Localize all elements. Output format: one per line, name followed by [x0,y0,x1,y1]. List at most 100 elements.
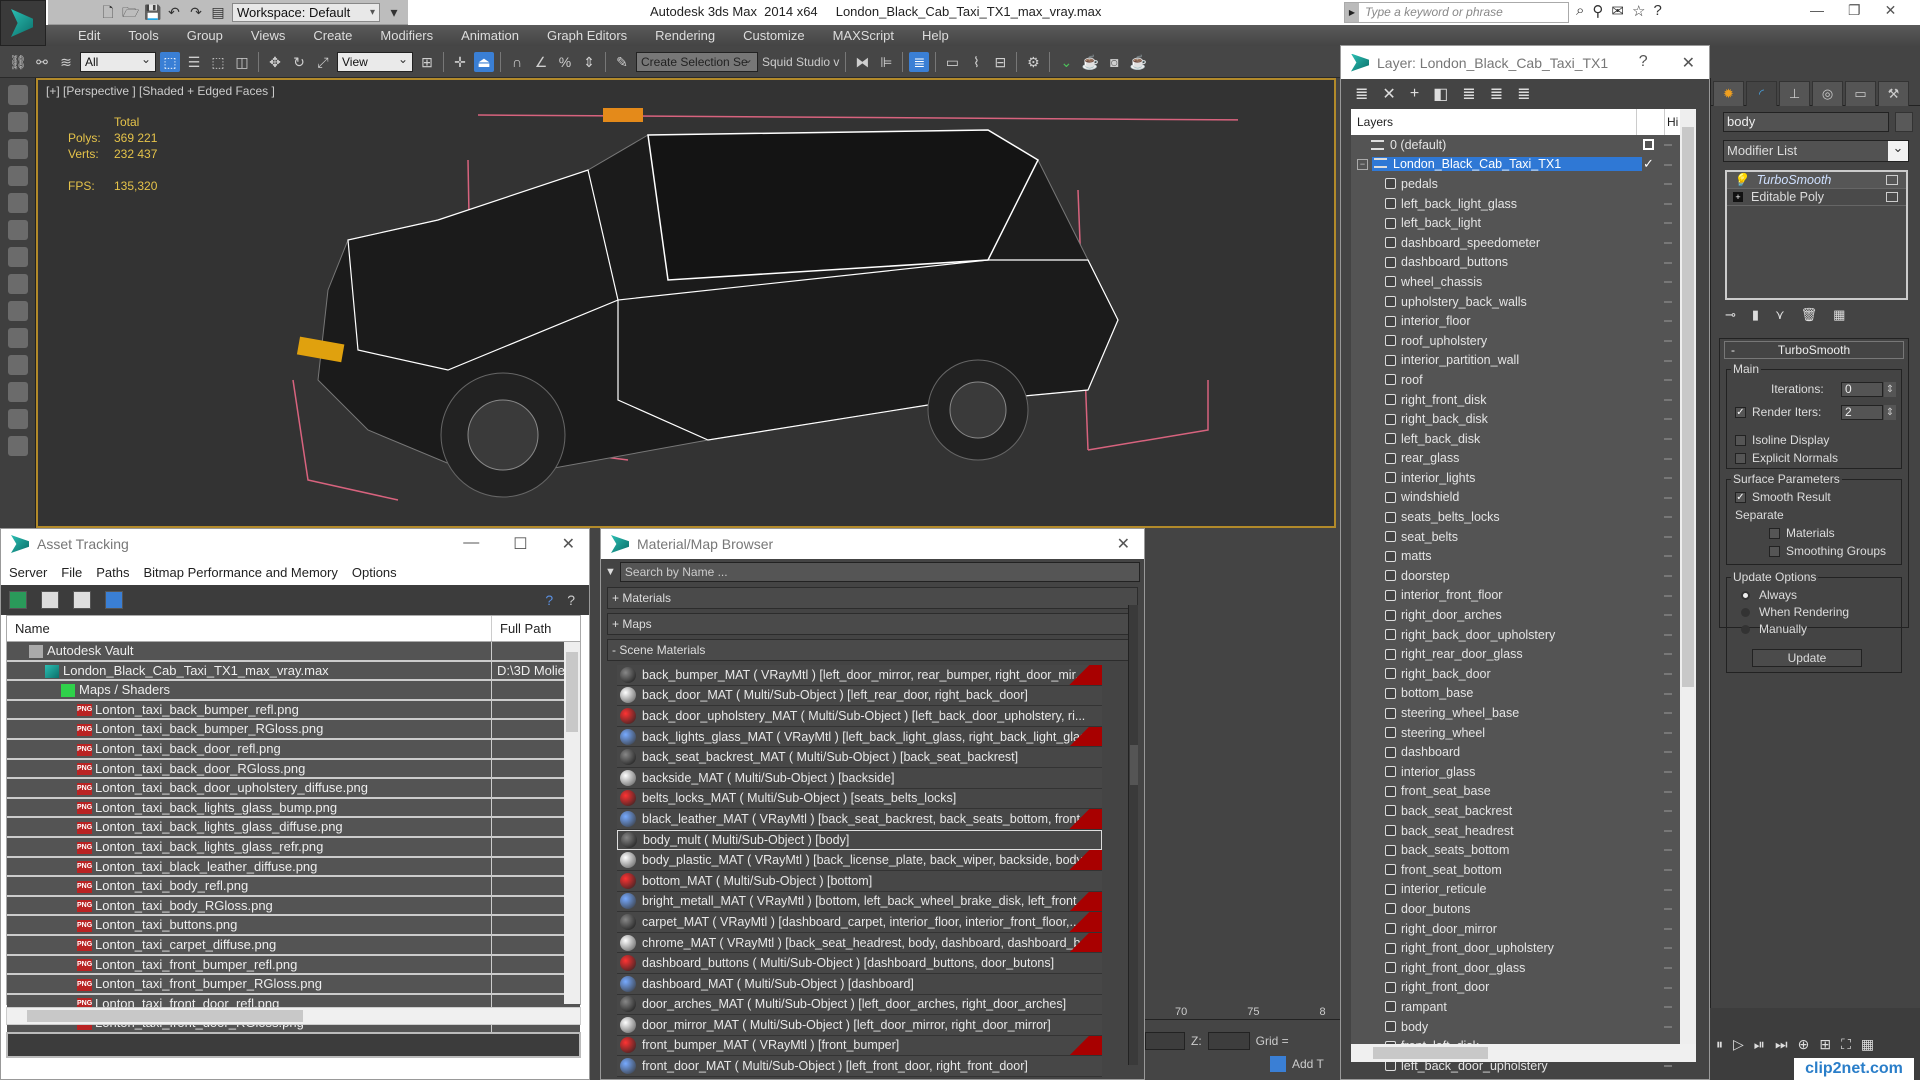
smooth-result-checkbox[interactable]: ✓ [1735,492,1746,504]
asset-row[interactable]: PNG Lonton_taxi_back_lights_glass_bump.pn… [7,798,580,819]
layer-object-row[interactable]: roof_upholstery [1351,331,1696,351]
asset-row[interactable]: PNG Lonton_taxi_body_refl.png [7,877,580,897]
material-item[interactable]: dashboard_MAT ( Multi/Sub-Object ) [dash… [617,973,1102,995]
asset-row[interactable]: Maps / Shaders [7,681,580,701]
asset-row[interactable]: PNG Lonton_taxi_back_door_RGloss.png [7,759,580,780]
layer-object-row[interactable]: body [1351,1017,1696,1037]
material-editor-icon[interactable]: ⚙ [1023,52,1043,72]
asset-row[interactable]: Autodesk Vault [7,642,580,662]
viewport-label[interactable]: [+] [Perspective ] [Shaded + Edged Faces… [46,84,275,98]
asset-row[interactable]: PNG Lonton_taxi_black_leather_diffuse.png [7,857,580,878]
layer-object-row[interactable]: steering_wheel_base [1351,703,1696,723]
manually-radio[interactable] [1741,625,1750,635]
menu-tools[interactable]: Tools [114,25,172,46]
rectangular-selection-icon[interactable]: ⬚ [208,52,228,72]
select-objects-in-layer-icon[interactable]: ◧ [1433,84,1448,104]
group-materials[interactable]: + Materials [607,587,1138,609]
asset-vertical-scrollbar[interactable] [564,642,580,1004]
current-layer-toggle[interactable] [1643,139,1654,151]
camera-icon[interactable] [7,247,28,267]
zoom-icon[interactable]: ⊕ [1798,1036,1810,1053]
menu-group[interactable]: Group [173,25,237,46]
layer-object-row[interactable]: doorstep [1351,566,1696,586]
iterations-spinner[interactable]: 0 [1841,382,1896,397]
workspace-dropdown[interactable]: Workspace: Default [232,2,380,22]
graphite-ribbon-icon[interactable]: ▭ [942,52,962,72]
spinner-snap-icon[interactable]: ⇕ [579,52,599,72]
layer-object-row[interactable]: front_seat_base [1351,782,1696,802]
layer-object-row[interactable]: interior_front_floor [1351,586,1696,606]
group-scene-materials[interactable]: - Scene Materials [607,639,1138,661]
tree-view-icon[interactable] [73,591,91,609]
layer-object-row[interactable]: windshield [1351,488,1696,508]
keyboard-shortcut-override-icon[interactable]: ⏏ [474,51,494,72]
close-icon[interactable]: ✕ [562,534,575,554]
create-layer-icon[interactable]: ≣ [1355,84,1368,104]
select-object-icon[interactable]: ⬚ [160,51,180,72]
layer-object-row[interactable]: seats_belts_locks [1351,507,1696,527]
layer-object-row[interactable]: bottom_base [1351,684,1696,704]
column-current[interactable] [1637,109,1665,135]
bone-icon[interactable] [7,409,28,429]
help-search-input[interactable]: Type a keyword or phrase [1344,2,1569,23]
asset-row[interactable]: PNG Lonton_taxi_back_bumper_refl.png [7,700,580,721]
system-icon[interactable] [7,328,28,348]
reference-coordinate-dropdown[interactable]: View [337,50,413,72]
redo-icon[interactable]: ↷ [188,4,204,20]
list-view-icon[interactable] [41,591,59,609]
object-color-swatch[interactable] [1895,112,1913,132]
column-layers[interactable]: Layers [1351,109,1637,135]
isoline-display-checkbox[interactable] [1735,435,1746,447]
render-iters-spinner[interactable]: 2 [1841,405,1896,420]
menu-file[interactable]: File [61,565,82,580]
layer-object-row[interactable]: right_front_door_upholstery [1351,938,1696,958]
layer-manager-icon[interactable]: ≣ [909,51,930,72]
layer-horizontal-scrollbar[interactable] [1351,1044,1696,1062]
asset-row[interactable]: PNG Lonton_taxi_back_door_upholstery_diff… [7,779,580,799]
align-icon[interactable]: ⊫ [876,52,896,72]
layer-object-row[interactable]: interior_partition_wall [1351,351,1696,371]
layer-object-row[interactable]: door_butons [1351,899,1696,919]
menu-modifiers[interactable]: Modifiers [366,25,447,46]
menu-graph-editors[interactable]: Graph Editors [533,25,641,46]
stack-item-turbosmooth[interactable]: 💡 TurboSmooth [1727,172,1906,189]
collapse-icon[interactable]: − [1357,158,1368,170]
rendered-frame-window-icon[interactable]: ☕ [1080,52,1100,72]
layer-object-row[interactable]: right_door_mirror [1351,919,1696,939]
material-item[interactable]: back_seat_backrest_MAT ( Multi/Sub-Objec… [617,747,1102,768]
new-file-icon[interactable]: 🗋 [100,4,116,20]
asset-row[interactable]: PNG Lonton_taxi_back_bumper_RGloss.png [7,720,580,740]
layer-object-row[interactable]: seat_belts [1351,527,1696,547]
play-icon[interactable]: ▷ [1733,1036,1744,1053]
perspective-viewport[interactable]: [+] [Perspective ] [Shaded + Edged Faces… [36,78,1336,528]
hide-unhide-layers-icon[interactable]: ≣ [1490,84,1503,104]
asset-row[interactable]: PNG Lonton_taxi_carpet_diffuse.png [7,935,580,956]
close-icon[interactable]: ✕ [1885,2,1897,19]
zoom-all-icon[interactable]: ⊞ [1819,1036,1831,1053]
asset-row[interactable]: PNG Lonton_taxi_front_bumper_refl.png [7,955,580,976]
layer-object-row[interactable]: upholstery_back_walls [1351,292,1696,312]
material-search-input[interactable]: Search by Name ... [619,562,1140,582]
prev-frame-icon[interactable]: ⏸ [1716,1036,1723,1053]
minimize-icon[interactable]: — [1810,2,1824,19]
column-full-path[interactable]: Full Path [492,616,551,641]
modify-tab-icon[interactable]: ◜ [1746,81,1777,106]
layer-object-row[interactable]: right_back_disk [1351,409,1696,429]
subscription-icon[interactable]: ⚲ [1592,2,1603,20]
when-rendering-radio[interactable] [1741,608,1750,618]
always-radio[interactable] [1741,591,1750,601]
refresh-icon[interactable] [9,591,27,609]
customize-qat-icon[interactable]: ▾ [386,4,402,20]
menu-animation[interactable]: Animation [447,25,533,46]
layer-object-row[interactable]: left_back_light [1351,213,1696,233]
add-time-tag-button[interactable]: Add T [1292,1057,1324,1071]
asset-row[interactable]: PNG Lonton_taxi_back_lights_glass_diffuse… [7,818,580,838]
material-item[interactable]: chrome_MAT ( VRayMtl ) [back_seat_headre… [617,932,1102,954]
make-unique-icon[interactable]: ⋎ [1775,307,1785,323]
layer-object-row[interactable]: interior_lights [1351,468,1696,488]
column-hide[interactable]: Hi [1665,109,1678,135]
utilities-tab-icon[interactable]: ⚒ [1878,81,1909,106]
material-item[interactable]: backside_MAT ( Multi/Sub-Object ) [backs… [617,767,1102,789]
pivot-center-icon[interactable]: ⊞ [417,52,437,72]
layer-object-row[interactable]: dashboard [1351,742,1696,762]
